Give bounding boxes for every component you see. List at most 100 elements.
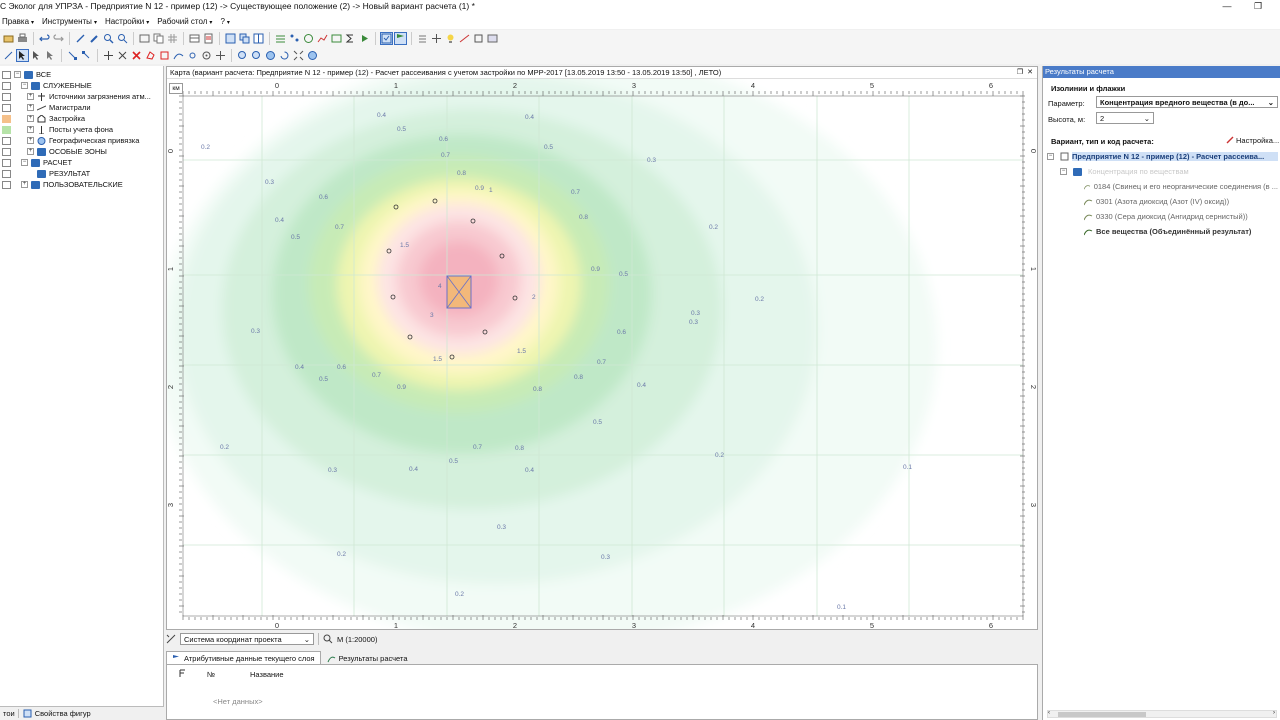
node-edit-icon[interactable]	[66, 49, 79, 62]
brush-icon[interactable]	[88, 32, 101, 45]
layer-checkbox[interactable]	[2, 70, 11, 79]
collapse-icon[interactable]: −	[14, 71, 21, 78]
result-tree-all[interactable]: Все вещества (Объединённый результат)	[1084, 227, 1251, 236]
calc-results-icon[interactable]	[316, 32, 329, 45]
measure-icon[interactable]	[458, 32, 471, 45]
pan-icon[interactable]	[102, 49, 115, 62]
redo-icon[interactable]	[52, 32, 65, 45]
table-icon[interactable]	[188, 32, 201, 45]
scrollbar-thumb[interactable]	[1058, 712, 1146, 717]
expand-icon[interactable]: +	[27, 126, 34, 133]
close-window-icon[interactable]: ✕	[1027, 67, 1033, 79]
export-image-icon[interactable]	[486, 32, 499, 45]
draw-polygon-icon[interactable]	[144, 49, 157, 62]
calc-grid-icon[interactable]	[274, 32, 287, 45]
restore-window-icon[interactable]: ❐	[1017, 67, 1023, 79]
layer-checkbox[interactable]	[2, 136, 11, 145]
copy-icon[interactable]	[152, 32, 165, 45]
tab-attribute-data[interactable]: Атрибутивные данные текущего слоя	[166, 651, 321, 664]
result-tree-0330[interactable]: 0330 (Сера диоксид (Ангидрид сернистый))	[1084, 212, 1248, 221]
tree-item-calculation[interactable]: − РАСЧЕТ	[0, 157, 164, 168]
tree-item-buildings[interactable]: + Застройка	[0, 113, 164, 124]
lightbulb-icon[interactable]	[444, 32, 457, 45]
tree-item-georef[interactable]: + Географическая привязка	[0, 135, 164, 146]
layer-checkbox[interactable]	[2, 103, 11, 112]
height-select[interactable]: 2 ⌄	[1096, 112, 1154, 124]
settings-button[interactable]: Настройка...	[1226, 136, 1279, 145]
undo-icon[interactable]	[38, 32, 51, 45]
tab-calc-results[interactable]: Результаты расчета	[321, 651, 414, 664]
calc-contours-icon[interactable]	[302, 32, 315, 45]
menu-settings[interactable]: Настройки ▾	[103, 17, 155, 26]
tree-item-roads[interactable]: + Магистрали	[0, 102, 164, 113]
result-tree-root[interactable]: − Предприятие N 12 - пример (12) - Расче…	[1047, 152, 1279, 161]
layer-checkbox[interactable]	[2, 81, 11, 90]
maximize-button[interactable]: ❐	[1246, 0, 1270, 13]
open-icon[interactable]	[2, 32, 15, 45]
layers-icon[interactable]	[138, 32, 151, 45]
select-arrow-icon[interactable]	[16, 49, 29, 62]
draw-building-icon[interactable]	[158, 49, 171, 62]
map-scale[interactable]: М (1:20000)	[337, 635, 377, 644]
zoom-in-icon[interactable]	[236, 49, 249, 62]
tree-item-service[interactable]: − СЛУЖЕБНЫЕ	[0, 80, 164, 91]
isolines-toggle-icon[interactable]	[380, 32, 393, 45]
frame-icon[interactable]	[472, 32, 485, 45]
tree-item-result[interactable]: РЕЗУЛЬТАТ	[0, 168, 164, 179]
draw-area-icon[interactable]	[214, 49, 227, 62]
calc-export-icon[interactable]	[330, 32, 343, 45]
result-tree-0301[interactable]: 0301 (Азота диоксид (Азот (IV) оксид))	[1084, 197, 1229, 206]
layer-checkbox[interactable]	[2, 92, 11, 101]
collapse-icon[interactable]: −	[21, 159, 28, 166]
draw-point-icon[interactable]	[186, 49, 199, 62]
collapse-icon[interactable]: −	[21, 82, 28, 89]
calc-sum-icon[interactable]	[344, 32, 357, 45]
layer-color-swatch[interactable]	[2, 114, 11, 123]
column-header-number[interactable]: №	[207, 670, 215, 679]
collapse-icon[interactable]: −	[1047, 153, 1054, 160]
print-icon[interactable]	[16, 32, 29, 45]
horizontal-scrollbar[interactable]: ‹ ›	[1047, 710, 1277, 718]
layer-checkbox[interactable]	[2, 180, 11, 189]
window-cascade-icon[interactable]	[238, 32, 251, 45]
layer-checkbox[interactable]	[2, 169, 11, 178]
menu-desktop[interactable]: Рабочий стол ▾	[155, 17, 218, 26]
tree-item-all[interactable]: − ВСЕ	[0, 69, 164, 80]
refresh-icon[interactable]	[278, 49, 291, 62]
coord-system-select[interactable]: Система координат проекта ⌄	[180, 633, 314, 645]
pick-tool-icon[interactable]	[74, 32, 87, 45]
select-add-icon[interactable]	[44, 49, 57, 62]
column-settings-icon[interactable]	[179, 669, 187, 678]
calc-run-icon[interactable]	[358, 32, 371, 45]
calc-points-icon[interactable]	[288, 32, 301, 45]
zoom-out-icon[interactable]	[250, 49, 263, 62]
draw-line-icon[interactable]	[172, 49, 185, 62]
menu-edit[interactable]: Правка ▾	[0, 17, 40, 26]
zoom-extent-icon[interactable]	[264, 49, 277, 62]
window-split-icon[interactable]	[252, 32, 265, 45]
expand-icon[interactable]: +	[27, 115, 34, 122]
scroll-left-icon[interactable]: ‹	[1048, 710, 1050, 716]
draw-source-icon[interactable]	[200, 49, 213, 62]
move-icon[interactable]	[116, 49, 129, 62]
flags-toggle-icon[interactable]	[394, 32, 407, 45]
expand-icon[interactable]: +	[27, 104, 34, 111]
expand-icon[interactable]: +	[27, 137, 34, 144]
result-tree-substances[interactable]: − Концентрация по веществам	[1060, 167, 1189, 176]
tree-item-user[interactable]: + ПОЛЬЗОВАТЕЛЬСКИЕ	[0, 179, 164, 190]
scroll-right-icon[interactable]: ›	[1273, 710, 1275, 716]
minimize-button[interactable]: —	[1215, 0, 1239, 13]
window-tile-icon[interactable]	[224, 32, 237, 45]
menu-tools[interactable]: Инструменты ▾	[40, 17, 103, 26]
layer-color-swatch[interactable]	[2, 125, 11, 134]
tab-shape-properties[interactable]: Свойства фигур	[19, 709, 91, 718]
tree-item-background-posts[interactable]: + Посты учета фона	[0, 124, 164, 135]
expand-icon[interactable]: +	[21, 181, 28, 188]
expand-icon[interactable]: +	[27, 148, 34, 155]
menu-help[interactable]: ? ▾	[218, 17, 235, 26]
report-icon[interactable]	[202, 32, 215, 45]
expand-icon[interactable]: +	[27, 93, 34, 100]
collapse-icon[interactable]: −	[1060, 168, 1067, 175]
node-add-icon[interactable]	[80, 49, 93, 62]
layer-checkbox[interactable]	[2, 158, 11, 167]
